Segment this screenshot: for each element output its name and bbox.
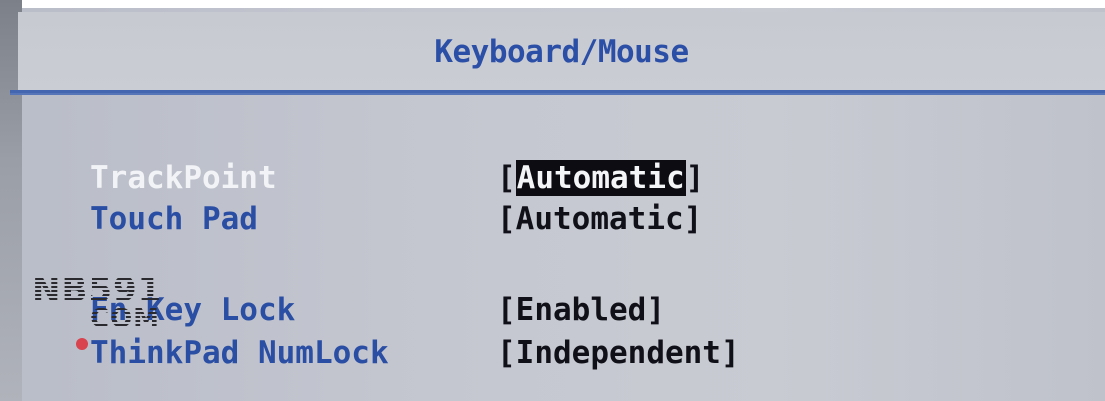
setting-value-text: Enabled [515,292,647,328]
setting-value[interactable]: [Enabled] [497,290,665,330]
watermark-logo: NB591 COM [32,270,192,360]
page-title: Keyboard/Mouse [434,34,689,70]
close-bracket: ] [720,335,740,371]
photo-border-top [0,0,1105,8]
open-bracket: [ [497,201,516,237]
close-bracket: ] [683,201,703,237]
setting-label: TrackPoint [90,160,277,196]
watermark-line-2: COM [90,304,161,334]
close-bracket: ] [685,160,705,196]
open-bracket: [ [497,335,516,371]
header: Keyboard/Mouse [18,12,1105,90]
setting-value-text: Independent [515,335,721,371]
setting-value-text: Automatic [515,201,684,237]
setting-row-trackpoint[interactable]: TrackPoint [Automatic] [0,158,1105,198]
setting-value[interactable]: [Independent] [497,333,740,373]
header-divider [10,90,1105,95]
open-bracket: [ [497,160,516,196]
close-bracket: ] [646,292,665,328]
setting-label: Touch Pad [90,201,258,237]
setting-row-touch-pad[interactable]: Touch Pad [Automatic] [0,199,1105,239]
watermark-dot-icon [76,338,88,350]
setting-value[interactable]: [Automatic] [497,199,702,239]
bios-screen: Keyboard/Mouse TrackPoint [Automatic] To… [0,0,1105,401]
open-bracket: [ [497,292,516,328]
setting-value[interactable]: [Automatic] [497,158,704,198]
setting-value-text: Automatic [515,160,686,196]
